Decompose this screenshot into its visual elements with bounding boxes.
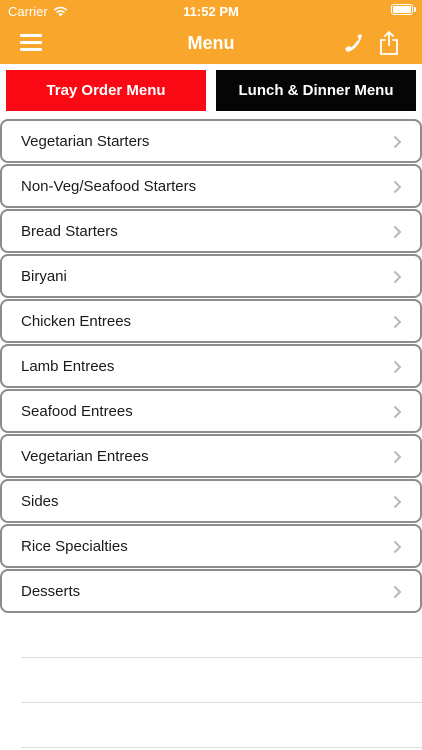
chevron-right-icon	[393, 135, 402, 149]
category-label: Vegetarian Entrees	[21, 448, 149, 465]
category-label: Lamb Entrees	[21, 358, 115, 375]
tray-order-menu-button[interactable]: Tray Order Menu	[6, 70, 206, 111]
chevron-right-icon	[393, 270, 402, 284]
category-label: Biryani	[21, 268, 67, 285]
phone-icon[interactable]	[343, 31, 367, 55]
top-bar: Carrier 11:52 PM Menu	[0, 0, 422, 64]
category-item[interactable]: Non-Veg/Seafood Starters	[0, 164, 422, 208]
chevron-right-icon	[393, 540, 402, 554]
chevron-right-icon	[393, 405, 402, 419]
category-item[interactable]: Chicken Entrees	[0, 299, 422, 343]
category-item[interactable]: Sides	[0, 479, 422, 523]
category-item[interactable]: Desserts	[0, 569, 422, 613]
chevron-right-icon	[393, 450, 402, 464]
category-item[interactable]: Lamb Entrees	[0, 344, 422, 388]
empty-row-separator	[21, 747, 422, 748]
empty-row-separator	[21, 657, 422, 658]
lunch-dinner-menu-button[interactable]: Lunch & Dinner Menu	[216, 70, 416, 111]
category-item[interactable]: Seafood Entrees	[0, 389, 422, 433]
share-icon[interactable]	[378, 30, 400, 56]
category-label: Vegetarian Starters	[21, 133, 150, 150]
status-bar: Carrier 11:52 PM	[0, 0, 422, 22]
category-label: Desserts	[21, 583, 81, 600]
chevron-right-icon	[393, 315, 402, 329]
category-label: Non-Veg/Seafood Starters	[21, 178, 197, 195]
category-label: Sides	[21, 493, 59, 510]
category-item[interactable]: Vegetarian Entrees	[0, 434, 422, 478]
chevron-right-icon	[393, 495, 402, 509]
app-screen: Carrier 11:52 PM Menu Tray Order Menu Lu…	[0, 0, 422, 750]
category-item[interactable]: Bread Starters	[0, 209, 422, 253]
menu-type-tabs: Tray Order Menu Lunch & Dinner Menu	[0, 64, 422, 118]
category-item[interactable]: Biryani	[0, 254, 422, 298]
status-time: 11:52 PM	[183, 4, 239, 19]
category-item[interactable]: Vegetarian Starters	[0, 119, 422, 163]
category-label: Bread Starters	[21, 223, 118, 240]
nav-bar: Menu	[0, 22, 422, 64]
empty-row-separator	[21, 702, 422, 703]
chevron-right-icon	[393, 360, 402, 374]
category-label: Seafood Entrees	[21, 403, 133, 420]
category-label: Chicken Entrees	[21, 313, 132, 330]
category-label: Rice Specialties	[21, 538, 128, 555]
chevron-right-icon	[393, 585, 402, 599]
category-item[interactable]: Rice Specialties	[0, 524, 422, 568]
battery-icon	[391, 4, 416, 15]
chevron-right-icon	[393, 225, 402, 239]
chevron-right-icon	[393, 180, 402, 194]
